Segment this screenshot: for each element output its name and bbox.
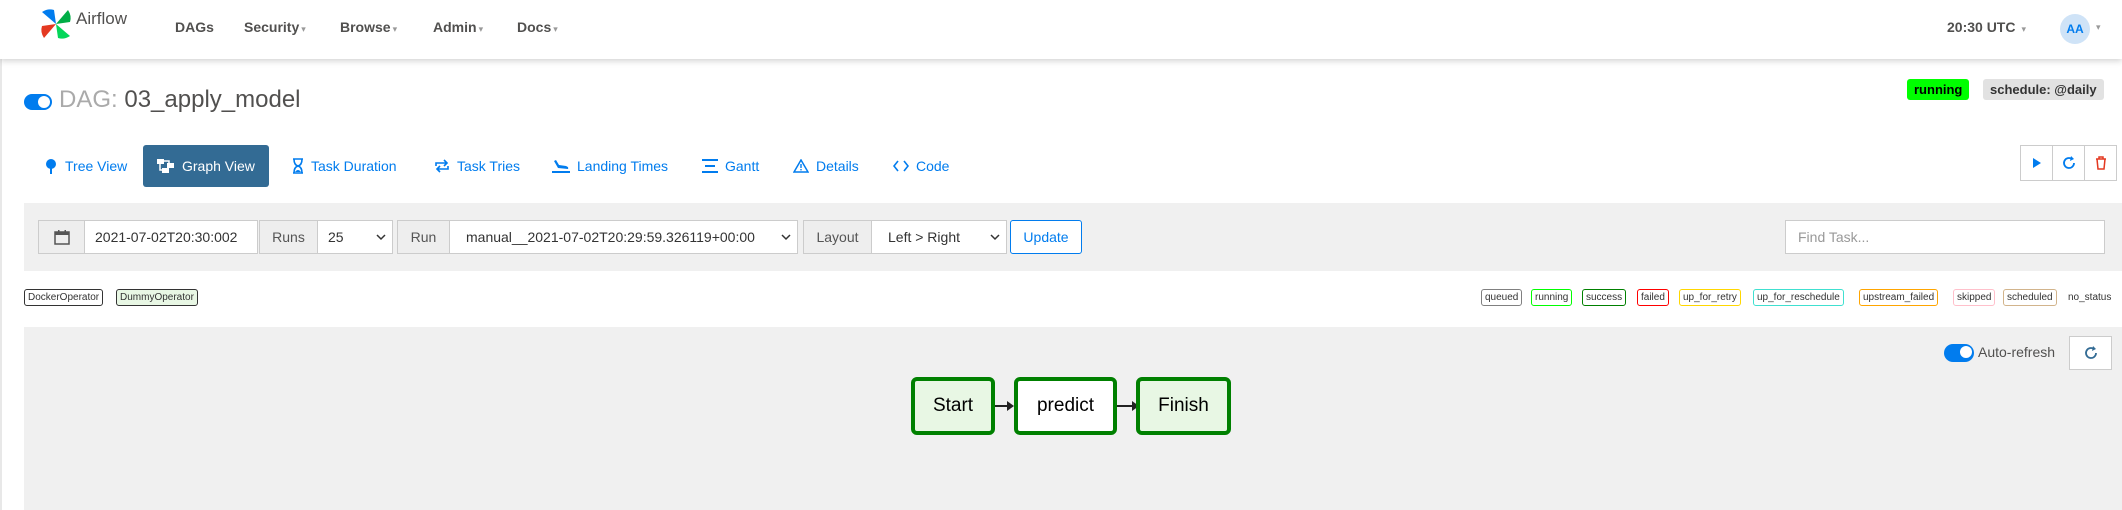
caret-down-icon: ▾ <box>553 24 558 34</box>
legend-state-no-status[interactable]: no_status <box>2064 289 2115 306</box>
legend-state-upstream-failed[interactable]: upstream_failed <box>1859 289 1939 306</box>
update-button[interactable]: Update <box>1010 220 1082 254</box>
chevron-down-icon <box>990 234 1000 241</box>
auto-refresh-label: Auto-refresh <box>1978 344 2056 360</box>
play-icon <box>2032 158 2041 168</box>
nav-security[interactable]: Security ▾ <box>244 19 306 35</box>
tab-label: Details <box>816 158 859 174</box>
code-icon <box>893 160 909 172</box>
auto-refresh-toggle[interactable] <box>1944 344 1974 362</box>
tab-task-tries[interactable]: Task Tries <box>420 145 534 187</box>
run-select[interactable]: manual__2021-07-02T20:29:59.326119+00:00 <box>449 220 798 254</box>
legend-state-up-for-retry[interactable]: up_for_retry <box>1679 289 1741 306</box>
repeat-icon <box>434 159 450 173</box>
base-date-input[interactable]: 2021-07-02T20:30:002 <box>84 220 258 254</box>
caret-down-icon[interactable]: ▾ <box>2096 22 2101 33</box>
caret-down-icon: ▾ <box>478 24 484 34</box>
tab-details[interactable]: Details <box>779 145 873 187</box>
nav-dags[interactable]: DAGs <box>175 19 214 35</box>
caret-down-icon: ▾ <box>392 24 398 34</box>
nav-security-label: Security <box>244 19 300 35</box>
graph-edge <box>995 405 1007 407</box>
legend-state-running[interactable]: running <box>1531 289 1573 306</box>
tree-icon <box>44 158 58 174</box>
warning-icon <box>793 159 809 173</box>
utc-clock[interactable]: 20:30 UTC ▾ <box>1947 19 2026 35</box>
nav-admin-label: Admin <box>433 19 477 35</box>
tab-label: Gantt <box>725 158 760 174</box>
task-node-predict[interactable]: predict <box>1014 377 1117 435</box>
tab-label: Landing Times <box>577 158 669 174</box>
legend-state-skipped[interactable]: skipped <box>1953 289 1996 306</box>
calendar-button[interactable] <box>38 220 85 254</box>
runs-label: Runs <box>259 220 318 254</box>
nav-docs-label: Docs <box>517 19 552 35</box>
run-label: Run <box>397 220 450 254</box>
dag-prefix: DAG: <box>59 86 118 113</box>
task-node-finish[interactable]: Finish <box>1136 377 1231 435</box>
graph-icon <box>157 158 175 174</box>
gantt-icon <box>702 159 718 173</box>
runs-value: 25 <box>328 229 344 245</box>
tab-tree-view[interactable]: Tree View <box>30 145 141 187</box>
refresh-icon <box>2084 346 2097 359</box>
tab-label: Code <box>916 158 950 174</box>
legend-state-queued[interactable]: queued <box>1481 289 1523 306</box>
top-navbar: Airflow DAGs Security ▾ Browse ▾ Admin ▾ Do… <box>0 0 2122 59</box>
nav-docs[interactable]: Docs ▾ <box>517 19 558 35</box>
tab-label: Graph View <box>182 158 255 174</box>
landing-icon <box>552 159 570 173</box>
caret-down-icon: ▾ <box>301 24 306 34</box>
tab-task-duration[interactable]: Task Duration <box>278 145 411 187</box>
refresh-dag-button[interactable] <box>2052 145 2085 181</box>
runs-select[interactable]: 25 <box>317 220 393 254</box>
dag-state-badge: running <box>1907 79 1970 100</box>
graph-refresh-button[interactable] <box>2069 336 2112 370</box>
tab-label: Task Tries <box>457 158 521 174</box>
chevron-down-icon <box>781 234 791 241</box>
task-node-start[interactable]: Start <box>911 377 995 435</box>
legend-state-failed[interactable]: failed <box>1637 289 1669 306</box>
app-name: Airflow <box>76 9 128 28</box>
edge-arrow <box>1007 401 1014 411</box>
legend-operator-docker: DockerOperator <box>24 289 104 306</box>
refresh-icon <box>2062 156 2075 169</box>
dag-pause-toggle[interactable] <box>24 94 52 110</box>
legend-state-up-for-reschedule[interactable]: up_for_reschedule <box>1753 289 1844 306</box>
layout-label: Layout <box>803 220 872 254</box>
page-title: DAG: 03_apply_model <box>59 86 301 114</box>
tab-graph-view[interactable]: Graph View <box>143 145 269 187</box>
nav-browse[interactable]: Browse ▾ <box>340 19 397 35</box>
trigger-dag-button[interactable] <box>2020 145 2053 181</box>
airflow-logo[interactable]: Airflow <box>38 6 127 42</box>
legend-operator-dummy: DummyOperator <box>116 289 198 306</box>
caret-down-icon: ▾ <box>2021 24 2026 34</box>
left-border <box>0 59 2 510</box>
delete-dag-button[interactable] <box>2084 145 2117 181</box>
layout-value: Left > Right <box>888 229 960 245</box>
layout-select[interactable]: Left > Right <box>871 220 1007 254</box>
tab-label: Task Duration <box>311 158 397 174</box>
dag-id: 03_apply_model <box>124 86 301 113</box>
nav-dags-label: DAGs <box>175 19 214 35</box>
chevron-down-icon <box>376 234 386 241</box>
user-avatar[interactable]: AA <box>2060 14 2090 44</box>
calendar-icon <box>53 230 70 245</box>
tab-gantt[interactable]: Gantt <box>688 145 773 187</box>
nav-browse-label: Browse <box>340 19 391 35</box>
run-value: manual__2021-07-02T20:29:59.326119+00:00 <box>466 229 755 245</box>
tab-landing-times[interactable]: Landing Times <box>538 145 682 187</box>
tab-label: Tree View <box>65 158 128 174</box>
nav-admin[interactable]: Admin ▾ <box>433 19 483 35</box>
clock-label: 20:30 UTC <box>1947 19 2016 35</box>
legend-state-scheduled[interactable]: scheduled <box>2003 289 2057 306</box>
pinwheel-icon <box>41 9 71 39</box>
find-task-input[interactable]: Find Task... <box>1785 220 2105 254</box>
schedule-badge: schedule: @daily <box>1983 79 2104 100</box>
hourglass-icon <box>292 158 304 174</box>
trash-icon <box>2095 156 2106 170</box>
legend-state-success[interactable]: success <box>1582 289 1627 306</box>
tab-code[interactable]: Code <box>879 145 963 187</box>
